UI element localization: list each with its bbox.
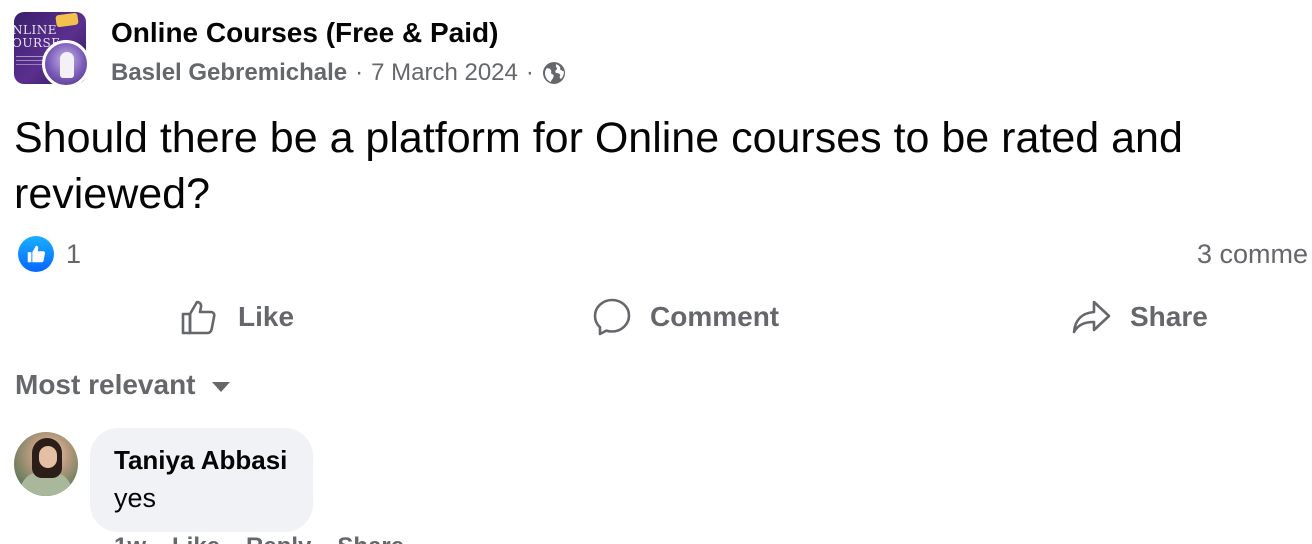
comment-like-link[interactable]: Like	[172, 532, 220, 544]
commenter-avatar-face	[39, 446, 57, 468]
thumbs-up-icon	[18, 236, 54, 272]
comment-label: Comment	[650, 301, 780, 332]
author-avatar[interactable]	[42, 40, 90, 88]
thumbs-up-glyph	[27, 245, 46, 263]
comments-count-link[interactable]: 3 comme	[1197, 236, 1308, 272]
comment-text: yes	[114, 483, 157, 513]
globe-icon[interactable]	[542, 61, 566, 85]
comment-reply-link[interactable]: Reply	[246, 532, 311, 544]
meta-separator: ·	[525, 59, 534, 86]
share-button[interactable]: Share	[1072, 294, 1208, 340]
comment-time[interactable]: 1w	[114, 532, 146, 544]
sort-label: Most relevant	[15, 369, 196, 400]
author-avatar-figure	[60, 52, 74, 78]
meta-separator: ·	[355, 59, 364, 86]
comment-share-link[interactable]: Share	[337, 532, 404, 544]
reaction-count: 1	[66, 239, 82, 269]
comment-button[interactable]: Comment	[592, 294, 779, 340]
post-date[interactable]: 7 March 2024	[371, 57, 518, 89]
post-text: Should there be a platform for Online co…	[14, 114, 1183, 218]
caret-down-icon	[211, 382, 230, 392]
comment-bubble: Taniya Abbasi yes	[90, 428, 313, 532]
like-label: Like	[238, 301, 295, 332]
commenter-avatar[interactable]	[14, 432, 78, 496]
thumbs-up-outline-icon	[181, 300, 216, 335]
like-button[interactable]: Like	[180, 294, 294, 340]
post-meta: Baslel Gebremichale · 7 March 2024 ·	[111, 57, 566, 89]
reactions-summary[interactable]: 1	[18, 236, 81, 272]
group-name[interactable]: Online Courses (Free & Paid)	[111, 16, 498, 50]
share-arrow-icon	[1072, 300, 1111, 334]
author-name[interactable]: Baslel Gebremichale	[111, 57, 347, 89]
share-label: Share	[1130, 301, 1208, 332]
speech-bubble-icon	[593, 298, 631, 336]
comment-sort-dropdown[interactable]: Most relevant	[15, 366, 230, 404]
post-card: NLINE OURSE Online Courses (Free & Paid) …	[0, 0, 1312, 544]
group-avatar-badge	[55, 12, 79, 28]
comment-actions: 1w Like Reply Share	[114, 532, 404, 544]
commenter-name[interactable]: Taniya Abbasi	[114, 444, 289, 476]
